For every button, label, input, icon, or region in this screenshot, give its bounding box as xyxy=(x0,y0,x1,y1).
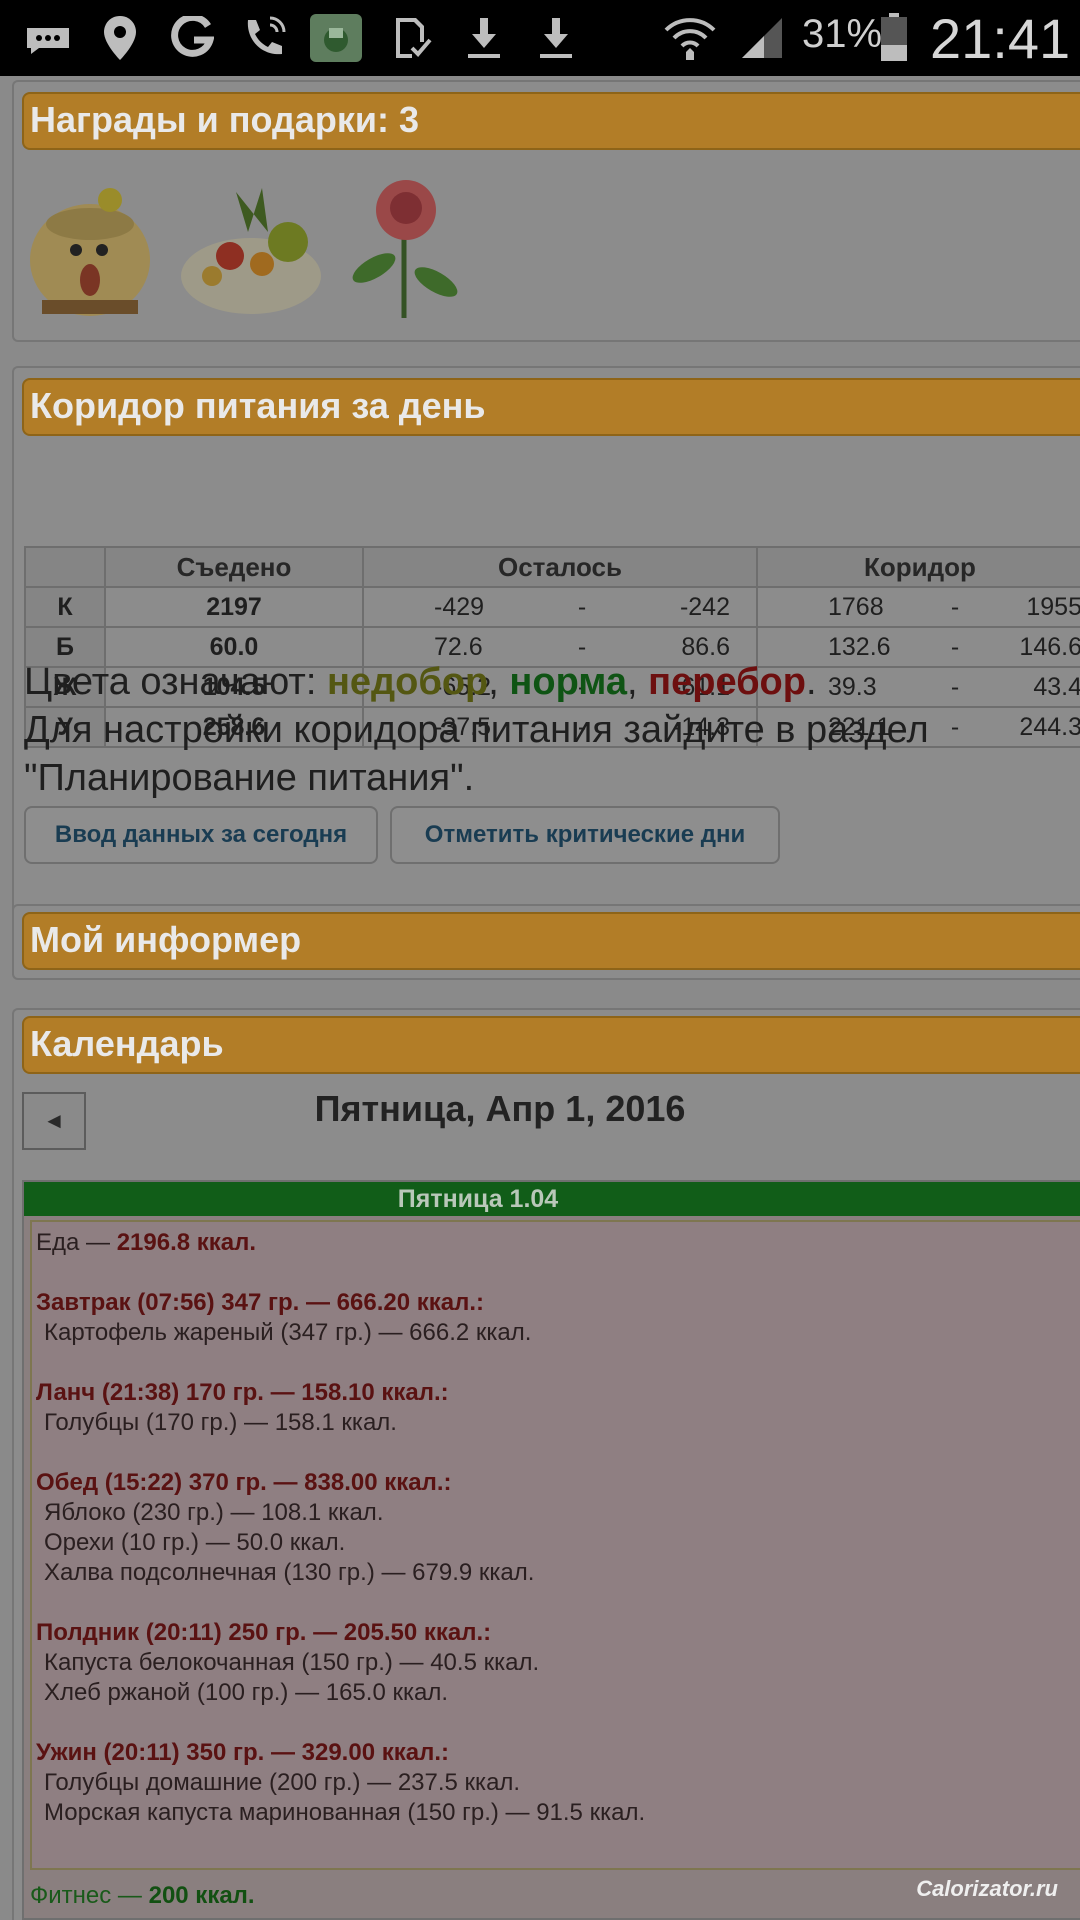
left-range: -429- -242 xyxy=(362,586,758,628)
location-icon xyxy=(92,14,148,62)
informer-title[interactable]: Мой информер xyxy=(22,912,1080,970)
food-item: Халва подсолнечная (130 гр.) — 679.9 кка… xyxy=(44,1559,535,1586)
g-icon xyxy=(164,14,220,62)
fruit-salad-image[interactable] xyxy=(176,172,321,322)
informer-panel: Мой информер xyxy=(12,904,1080,980)
download-icon xyxy=(456,14,512,62)
column-header xyxy=(24,546,106,588)
status-bar: 31% 21:41 xyxy=(0,0,1080,76)
color-legend: Цвета означают: недобор, норма, перебор.… xyxy=(24,658,1074,802)
page-content: Награды и подарки: 3 Коридор питания за … xyxy=(0,76,1080,1920)
download-icon xyxy=(528,14,584,62)
straw-doll-image[interactable] xyxy=(22,172,162,322)
awards-title: Награды и подарки: 3 xyxy=(22,92,1080,150)
rose-image[interactable] xyxy=(344,172,484,322)
food-log: Еда — 2196.8 ккал. Завтрак (07:56) 347 г… xyxy=(30,1220,1080,1870)
enter-today-data-button[interactable]: Ввод данных за сегодня xyxy=(24,806,378,864)
meal-title: Полдник (20:11) 250 гр. — 205.50 ккал.: xyxy=(36,1619,492,1646)
legend-under: недобор xyxy=(326,661,489,703)
food-item: Картофель жареный (347 гр.) — 666.2 ккал… xyxy=(44,1319,532,1346)
eaten-value: 2197 xyxy=(104,586,364,628)
row-label: К xyxy=(24,586,106,628)
table-row: К 2197 -429- -242 1768-1955 xyxy=(24,586,1080,628)
food-total-line: Еда — 2196.8 ккал. xyxy=(36,1229,257,1256)
food-item: Морская капуста маринованная (150 гр.) —… xyxy=(44,1799,646,1826)
legend-norm: норма xyxy=(509,661,628,703)
food-item: Хлеб ржаной (100 гр.) — 165.0 ккал. xyxy=(44,1679,449,1706)
calendar-title: Календарь xyxy=(22,1016,1080,1074)
fitness-total: 200 ккал. xyxy=(148,1882,255,1909)
corridor-title: Коридор питания за день xyxy=(22,378,1080,436)
day-card: Пятница 1.04 Еда — 2196.8 ккал. Завтрак … xyxy=(22,1180,1080,1920)
more-icon xyxy=(20,14,76,62)
meal-title: Ужин (20:11) 350 гр. — 329.00 ккал.: xyxy=(36,1739,449,1766)
awards-panel: Награды и подарки: 3 xyxy=(12,80,1080,342)
legend-prefix: Цвета означают: xyxy=(24,661,317,703)
meal-title: Завтрак (07:56) 347 гр. — 666.20 ккал.: xyxy=(36,1289,485,1316)
mark-critical-days-button[interactable]: Отметить критические дни xyxy=(390,806,780,864)
wifi-icon xyxy=(662,14,718,62)
battery-percent: 31% xyxy=(802,12,883,56)
food-item: Голубцы домашние (200 гр.) — 237.5 ккал. xyxy=(44,1769,521,1796)
day-header: Пятница 1.04 xyxy=(24,1182,1080,1216)
meal-title: Ланч (21:38) 170 гр. — 158.10 ккал.: xyxy=(36,1379,449,1406)
previous-day-button[interactable]: ◄ xyxy=(22,1092,86,1150)
food-item: Орехи (10 гр.) — 50.0 ккал. xyxy=(44,1529,346,1556)
sim-icon xyxy=(384,14,440,62)
column-header-eaten: Съедено xyxy=(104,546,364,588)
food-item: Капуста белокочанная (150 гр.) — 40.5 кк… xyxy=(44,1649,540,1676)
meal-title: Обед (15:22) 370 гр. — 838.00 ккал.: xyxy=(36,1469,452,1496)
legend-over: перебор xyxy=(648,661,806,703)
watermark: Calorizator.ru xyxy=(916,1876,1058,1901)
clock: 21:41 xyxy=(930,7,1071,70)
battery-icon xyxy=(874,13,914,62)
app-icon xyxy=(310,14,362,62)
table-header-row: Съедено Осталось Коридор xyxy=(24,546,1080,588)
corridor-range: 1768-1955 xyxy=(756,586,1080,628)
wifi-calling-icon xyxy=(236,14,292,62)
calendar-date: Пятница, Апр 1, 2016 xyxy=(314,1088,686,1129)
signal-icon xyxy=(734,14,790,62)
food-item: Яблоко (230 гр.) — 108.1 ккал. xyxy=(44,1499,384,1526)
column-header-corridor: Коридор xyxy=(756,546,1080,588)
column-header-left: Осталось xyxy=(362,546,758,588)
food-item: Голубцы (170 гр.) — 158.1 ккал. xyxy=(44,1409,397,1436)
food-total: 2196.8 ккал. xyxy=(116,1229,257,1256)
planning-note: Для настройки коридора питания зайдите в… xyxy=(24,709,929,799)
fitness-line: Фитнес — 200 ккал. xyxy=(30,1882,255,1909)
